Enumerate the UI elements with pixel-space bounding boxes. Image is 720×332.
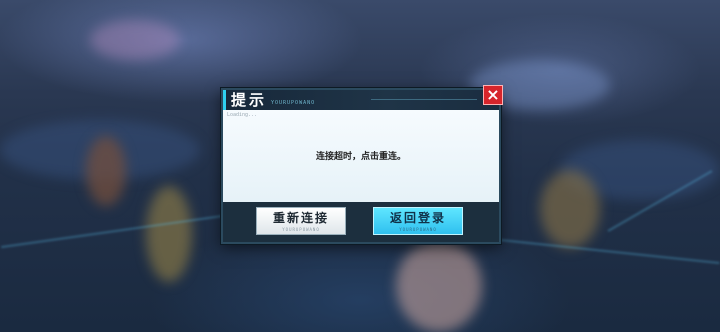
title-decoration-line [371, 99, 477, 100]
dialog-title-bar: 提示 YOURUPOWANO [223, 90, 499, 110]
content-tag: Loading... [227, 112, 258, 118]
back-to-login-button-subtext: YOURUPOWANO [399, 227, 437, 232]
character-silhouette [540, 170, 600, 248]
dialog-title: 提示 [231, 91, 268, 109]
back-to-login-button[interactable]: 返回登录 YOURUPOWANO [373, 207, 463, 235]
dialog-content: Loading... 连接超时，点击重连。 [223, 110, 499, 202]
title-accent-bar [223, 90, 226, 110]
background-light [90, 20, 180, 60]
floor-marking [490, 237, 720, 265]
close-button[interactable]: × [483, 85, 503, 105]
prompt-dialog: 提示 YOURUPOWANO × Loading... 连接超时，点击重连。 重… [221, 85, 503, 244]
reconnect-button-label: 重新连接 [272, 211, 329, 225]
character-silhouette [146, 186, 192, 282]
reconnect-button[interactable]: 重新连接 YOURUPOWANO [256, 207, 346, 235]
back-to-login-button-label: 返回登录 [389, 211, 446, 225]
character-silhouette [396, 240, 482, 332]
close-icon: × [486, 85, 500, 104]
character-silhouette [86, 136, 126, 206]
dialog-title-subtext: YOURUPOWANO [271, 100, 316, 106]
dialog-message: 连接超时，点击重连。 [315, 152, 406, 162]
reconnect-button-subtext: YOURUPOWANO [282, 227, 320, 232]
